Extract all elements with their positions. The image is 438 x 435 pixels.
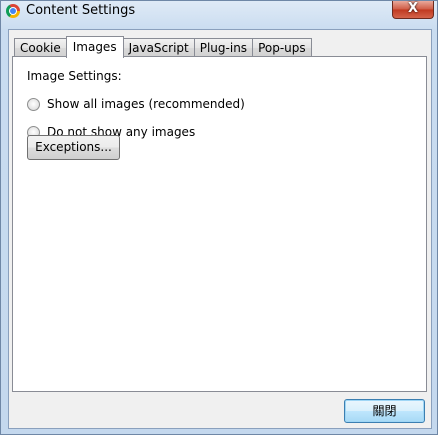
show-all-images-option[interactable]: Show all images (recommended) — [27, 97, 245, 111]
window-close-button[interactable]: X — [392, 1, 434, 19]
dialog-client-area: Cookie Images JavaScript Plug-ins Pop-up… — [8, 29, 432, 429]
image-settings-label: Image Settings: — [27, 69, 122, 83]
images-tab-panel: Image Settings: Show all images (recomme… — [12, 56, 427, 392]
chrome-icon — [6, 4, 20, 18]
tab-images[interactable]: Images — [65, 36, 124, 58]
window-title: Content Settings — [26, 3, 136, 18]
tab-javascript[interactable]: JavaScript — [122, 38, 195, 57]
show-all-images-label: Show all images (recommended) — [47, 97, 245, 111]
exceptions-button[interactable]: Exceptions... — [27, 135, 120, 160]
content-settings-window: Content Settings X Cookie Images JavaScr… — [0, 0, 438, 435]
show-all-images-radio[interactable] — [27, 97, 40, 111]
close-dialog-button[interactable]: 關閉 — [344, 399, 425, 423]
tab-strip: Cookie Images JavaScript Plug-ins Pop-up… — [14, 36, 312, 58]
tab-pop-ups[interactable]: Pop-ups — [252, 38, 312, 57]
title-bar[interactable]: Content Settings X — [1, 1, 437, 23]
tab-plug-ins[interactable]: Plug-ins — [193, 38, 254, 57]
tab-cookie[interactable]: Cookie — [14, 38, 67, 57]
